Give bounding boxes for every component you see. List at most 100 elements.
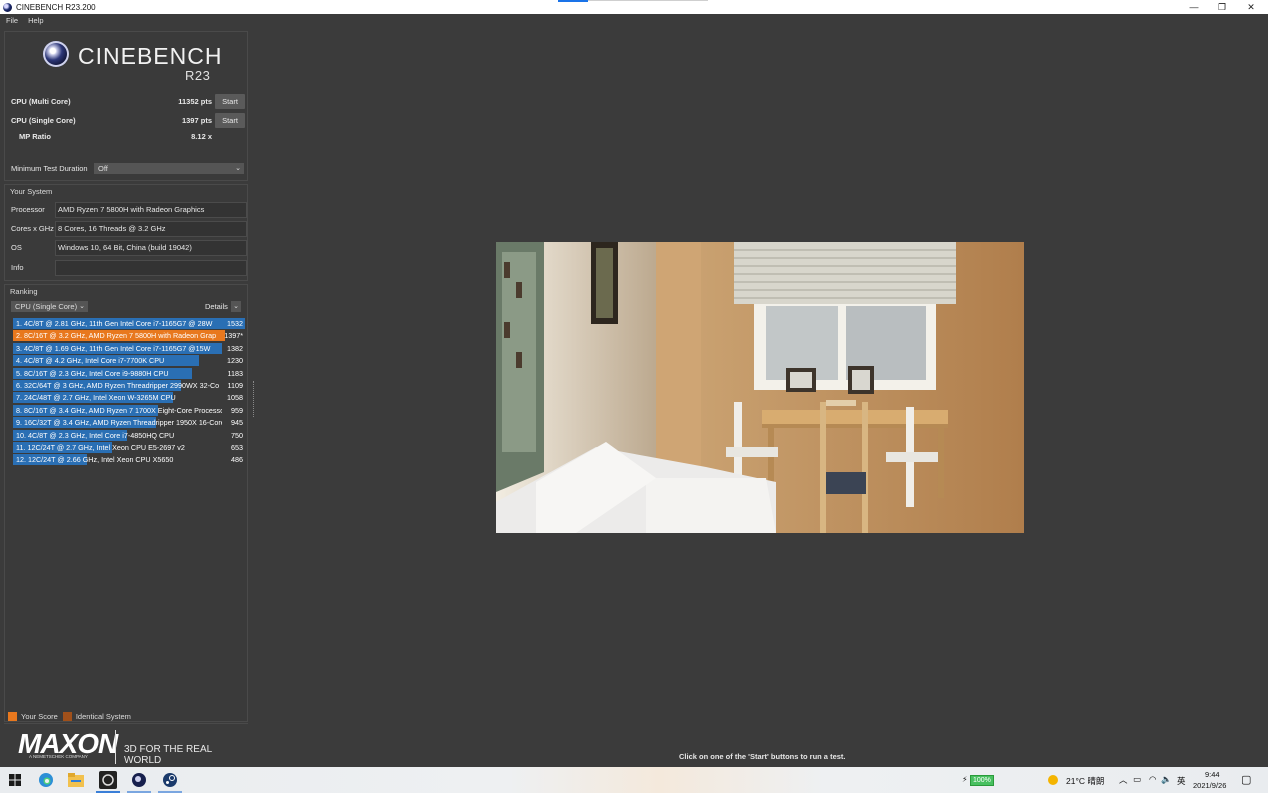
ranking-row[interactable]: 9. 16C/32T @ 3.4 GHz, AMD Ryzen Threadri…: [13, 417, 245, 429]
ranking-label: 10. 4C/8T @ 2.3 GHz, Intel Core i7-4850H…: [16, 430, 175, 440]
cinebench-logo-icon: [43, 41, 69, 67]
left-panel: CINEBENCH R23 CPU (Multi Core) 11352 pts…: [2, 31, 254, 767]
ranking-legend: Your Score Identical System: [8, 712, 131, 721]
identical-legend: Identical System: [75, 712, 131, 721]
cores-row: Cores x GHz 8 Cores, 16 Threads @ 3.2 GH…: [11, 220, 247, 237]
multi-core-score: 11352 pts: [178, 96, 212, 106]
processor-label: Processor: [11, 205, 45, 214]
menu-bar: File Help: [0, 14, 1268, 27]
ranking-label: 4. 4C/8T @ 4.2 GHz, Intel Core i7-7700K …: [16, 356, 165, 366]
steam-icon[interactable]: [161, 771, 179, 789]
clock-date[interactable]: 2021/9/26: [1193, 781, 1226, 790]
ranking-score: 1382: [227, 343, 243, 353]
cinebench-taskbar-icon[interactable]: [99, 771, 117, 789]
info-field[interactable]: [55, 259, 247, 276]
single-core-start-button[interactable]: Start: [215, 112, 245, 128]
your-score-swatch: [8, 712, 17, 721]
maximize-button[interactable]: ❐: [1208, 0, 1236, 14]
details-control[interactable]: Details ⌄: [205, 301, 241, 312]
ranking-mode-select[interactable]: CPU (Single Core) ⌄: [11, 301, 88, 312]
close-button[interactable]: ✕: [1237, 0, 1265, 14]
title-accent-line: [588, 0, 708, 1]
maxon-tagline: 3D FOR THE REAL WORLD: [124, 744, 212, 766]
wifi-icon[interactable]: ◠: [1149, 774, 1156, 785]
ranking-title: Ranking: [10, 287, 38, 296]
branding-divider: [115, 730, 116, 764]
ranking-row[interactable]: 4. 4C/8T @ 4.2 GHz, Intel Core i7-7700K …: [13, 355, 245, 367]
menu-file[interactable]: File: [6, 16, 18, 25]
ranking-label: 7. 24C/48T @ 2.7 GHz, Intel Xeon W-3265M…: [16, 393, 176, 403]
ranking-label: 8. 8C/16T @ 3.4 GHz, AMD Ryzen 7 1700X E…: [16, 405, 222, 415]
clock-time[interactable]: 9:44: [1205, 770, 1220, 779]
maxon-subtitle: A NEMETSCHEK COMPANY: [29, 754, 88, 759]
ranking-score: 1397*: [224, 331, 243, 341]
info-row: Info: [11, 259, 247, 276]
mp-ratio-label: MP Ratio: [19, 131, 51, 141]
windows-start-icon[interactable]: [6, 771, 24, 789]
ranking-label: 6. 32C/64T @ 3 GHz, AMD Ryzen Threadripp…: [16, 381, 220, 390]
details-toggle[interactable]: ⌄: [230, 301, 241, 312]
ranking-label: 5. 8C/16T @ 2.3 GHz, Intel Core i9-9880H…: [16, 368, 169, 378]
ranking-score: 1230: [227, 356, 243, 366]
edge-icon[interactable]: [37, 771, 55, 789]
cores-value: 8 Cores, 16 Threads @ 3.2 GHz: [55, 220, 247, 237]
notification-icon[interactable]: ▢: [1241, 773, 1251, 786]
ranking-score: 1058: [227, 393, 243, 403]
min-duration-label: Minimum Test Duration: [11, 164, 88, 173]
file-explorer-icon[interactable]: [67, 771, 85, 789]
ranking-row[interactable]: 6. 32C/64T @ 3 GHz, AMD Ryzen Threadripp…: [13, 380, 245, 391]
your-system-title: Your System: [10, 187, 53, 196]
os-label: OS: [11, 243, 22, 252]
ranking-label: 3. 4C/8T @ 1.69 GHz, 11th Gen Intel Core…: [16, 343, 211, 353]
chevron-down-icon: ⌄: [235, 165, 241, 172]
chevron-down-icon: ⌄: [79, 303, 85, 310]
scores-panel: CINEBENCH R23 CPU (Multi Core) 11352 pts…: [4, 31, 248, 181]
ranking-row[interactable]: 11. 12C/24T @ 2.7 GHz, Intel Xeon CPU E5…: [13, 442, 245, 453]
min-duration-row: Minimum Test Duration Off ⌄: [11, 163, 247, 174]
ranking-row[interactable]: 12. 12C/24T @ 2.66 GHz, Intel Xeon CPU X…: [13, 454, 245, 466]
minimize-button[interactable]: —: [1180, 0, 1208, 14]
processor-row: Processor AMD Ryzen 7 5800H with Radeon …: [11, 201, 247, 218]
ranking-score: 750: [231, 430, 243, 440]
min-duration-select[interactable]: Off ⌄: [94, 163, 244, 174]
min-duration-value: Off: [98, 164, 108, 173]
battery-charging-icon[interactable]: ⚡: [962, 775, 968, 784]
volume-muted-icon[interactable]: 🔈: [1161, 774, 1172, 785]
logo-name: CINEBENCH: [78, 43, 223, 69]
multi-core-label: CPU (Multi Core): [11, 96, 71, 106]
ranking-row[interactable]: 3. 4C/8T @ 1.69 GHz, 11th Gen Intel Core…: [13, 342, 245, 354]
sun-weather-icon[interactable]: [1048, 775, 1058, 785]
mp-ratio-row: MP Ratio 8.12 x: [11, 128, 245, 144]
cinebench-running-icon[interactable]: [130, 771, 148, 789]
ime-indicator[interactable]: 英: [1177, 775, 1186, 787]
ranking-row[interactable]: 7. 24C/48T @ 2.7 GHz, Intel Xeon W-3265M…: [13, 392, 245, 404]
taskbar: ⚡ 100% 21°C 晴朗 ︿ ▭ ◠ 🔈 英 9:44 2021/9/26 …: [0, 767, 1268, 793]
cinebench-app-icon: [3, 2, 12, 12]
ranking-row[interactable]: 5. 8C/16T @ 2.3 GHz, Intel Core i9-9880H…: [13, 367, 245, 379]
ranking-mode-value: CPU (Single Core): [15, 302, 78, 311]
ranking-score: 653: [231, 443, 243, 452]
render-preview: [496, 242, 1024, 533]
window-title: CINEBENCH R23.200: [16, 2, 96, 12]
ranking-score: 1532: [227, 319, 243, 328]
splitter-handle[interactable]: [253, 381, 254, 417]
logo-version: R23: [185, 68, 211, 83]
ranking-row[interactable]: 1. 4C/8T @ 2.81 GHz, 11th Gen Intel Core…: [13, 318, 245, 329]
weather-text[interactable]: 21°C 晴朗: [1066, 775, 1104, 787]
battery-level[interactable]: 100%: [970, 775, 994, 786]
chevron-up-icon[interactable]: ︿: [1119, 774, 1128, 786]
ranking-label: 9. 16C/32T @ 3.4 GHz, AMD Ryzen Threadri…: [16, 418, 222, 428]
single-core-row: CPU (Single Core) 1397 pts Start: [11, 112, 245, 128]
ranking-row[interactable]: 2. 8C/16T @ 3.2 GHz, AMD Ryzen 7 5800H w…: [13, 330, 245, 342]
ranking-row[interactable]: 8. 8C/16T @ 3.4 GHz, AMD Ryzen 7 1700X E…: [13, 404, 245, 416]
ranking-score: 486: [231, 455, 243, 465]
single-core-label: CPU (Single Core): [11, 115, 76, 125]
battery-tray-icon[interactable]: ▭: [1133, 774, 1141, 785]
os-row: OS Windows 10, 64 Bit, China (build 1904…: [11, 239, 247, 256]
title-accent: [558, 0, 588, 2]
menu-help[interactable]: Help: [28, 16, 43, 25]
multi-core-row: CPU (Multi Core) 11352 pts Start: [11, 93, 245, 109]
your-score-legend: Your Score: [21, 712, 58, 721]
multi-core-start-button[interactable]: Start: [215, 93, 245, 109]
ranking-row[interactable]: 10. 4C/8T @ 2.3 GHz, Intel Core i7-4850H…: [13, 429, 245, 441]
